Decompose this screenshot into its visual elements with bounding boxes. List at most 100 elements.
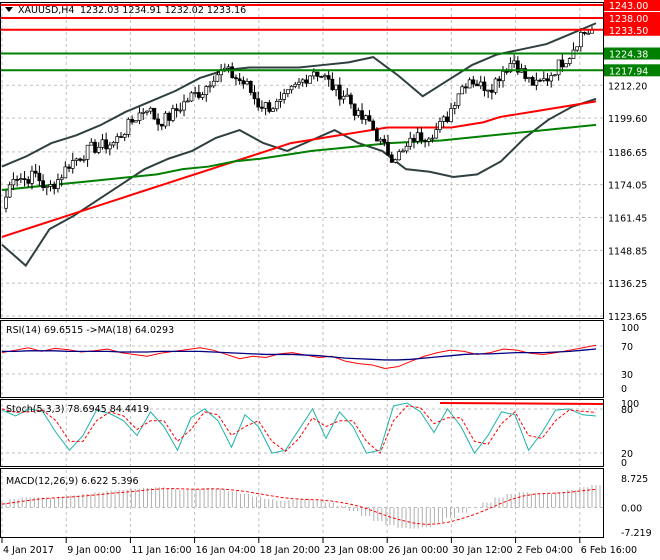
candle-body [226,66,231,69]
candle-body [59,177,64,180]
macd-scale-label: -7.219 [621,528,652,539]
time-label: 16 Jan 04:00 [196,545,256,556]
candle-body [11,179,16,186]
candle-body [119,136,123,138]
candle-body [82,159,86,161]
candle-body [586,32,591,35]
time-label: 11 Jan 16:00 [131,545,191,556]
candle-body [412,137,416,142]
candle-body [486,89,491,92]
candle-body [211,80,216,87]
candle-body [267,102,272,112]
candle-body [204,86,209,95]
candle-body [575,46,580,51]
price-label: 1212.20 [608,81,647,92]
candle-body [397,151,401,161]
ohlc-readout: 1232.03 1234.91 1232.02 1233.16 [80,5,246,16]
stoch-scale-label: 0 [621,458,627,469]
rsi-scale-label: 70 [621,342,633,353]
candle-body [263,102,268,109]
price-label: 1148.85 [608,246,647,257]
candle-body [441,116,446,122]
candle-body [141,111,146,114]
stoch-level-line [439,402,604,405]
candle-body [334,84,338,91]
candle-body [478,81,483,87]
time-label: 18 Jan 20:00 [260,545,320,556]
candle-body [579,32,583,48]
candle-body [534,79,539,86]
time-label: 30 Jan 12:00 [452,545,512,556]
candle-body [371,120,376,130]
candle-body [185,100,190,103]
candle-body [33,170,38,174]
candle-body [63,166,68,179]
candle-body [237,78,242,81]
rsi-scale-label: 30 [621,370,633,381]
candle-body [549,75,554,82]
stoch-scale-label: 80 [621,405,633,416]
candle-body [360,110,364,120]
candle-body [426,138,431,142]
candle-body [553,74,557,77]
candle-body [471,79,476,85]
candle-body [215,74,220,82]
candle-body [349,94,353,105]
macd-title: MACD(12,26,9) 6.622 5.396 [6,476,139,487]
candle-body [241,80,246,85]
candle-body [456,93,461,106]
candle-body [278,99,283,102]
candle-body [530,77,535,86]
candle-body [541,78,546,81]
candle-body [130,119,134,123]
candle-body [271,108,275,112]
candle-body [326,75,331,80]
candle-body [556,59,561,76]
rsi-line [1,344,597,369]
candle-body [248,81,253,93]
candle-body [311,71,316,77]
candle-body [145,110,149,113]
price-label: 1186.65 [608,148,647,159]
candle-body [304,79,309,84]
collapse-triangle-icon[interactable] [5,7,13,12]
candle-body [282,93,287,100]
trading-chart-window: 4 Jan 2017 9 Jan 00:00 11 Jan 16:00 16 Jan … [0,0,660,560]
price-label: 1199.60 [608,114,647,125]
candle-body [96,146,101,153]
price-panel[interactable] [0,4,603,268]
candle-body [330,78,335,91]
candle-body [74,158,79,161]
candle-body [289,85,294,91]
candle-body [197,92,201,98]
candle-body [104,139,108,150]
candle-body [300,79,305,83]
candle-body [152,107,157,120]
candle-body [67,166,71,169]
macd-scale-label: 8.725 [621,474,648,485]
candle-body [78,158,83,161]
candle-body [167,112,172,121]
candle-body [341,95,346,100]
candle-body [37,172,42,182]
candle-body [293,83,298,87]
candle-body [89,141,94,146]
candle-body [286,89,290,94]
candle-body [582,32,587,34]
price-label: 1161.45 [608,214,647,225]
candle-body [48,184,53,187]
candle-body [148,107,153,112]
candle-body [504,71,509,73]
candle-body [208,85,212,88]
candle-body [182,101,186,111]
candle-body [452,105,457,109]
candle-body [41,180,45,188]
candle-body [85,144,90,160]
candle-body [475,83,479,87]
candle-body [438,121,442,130]
rsi-panel[interactable] [1,344,597,369]
macd-panel[interactable] [0,485,601,529]
candle-body [419,132,424,141]
bollinger-lower-band [1,97,597,268]
candle-body [356,110,361,116]
